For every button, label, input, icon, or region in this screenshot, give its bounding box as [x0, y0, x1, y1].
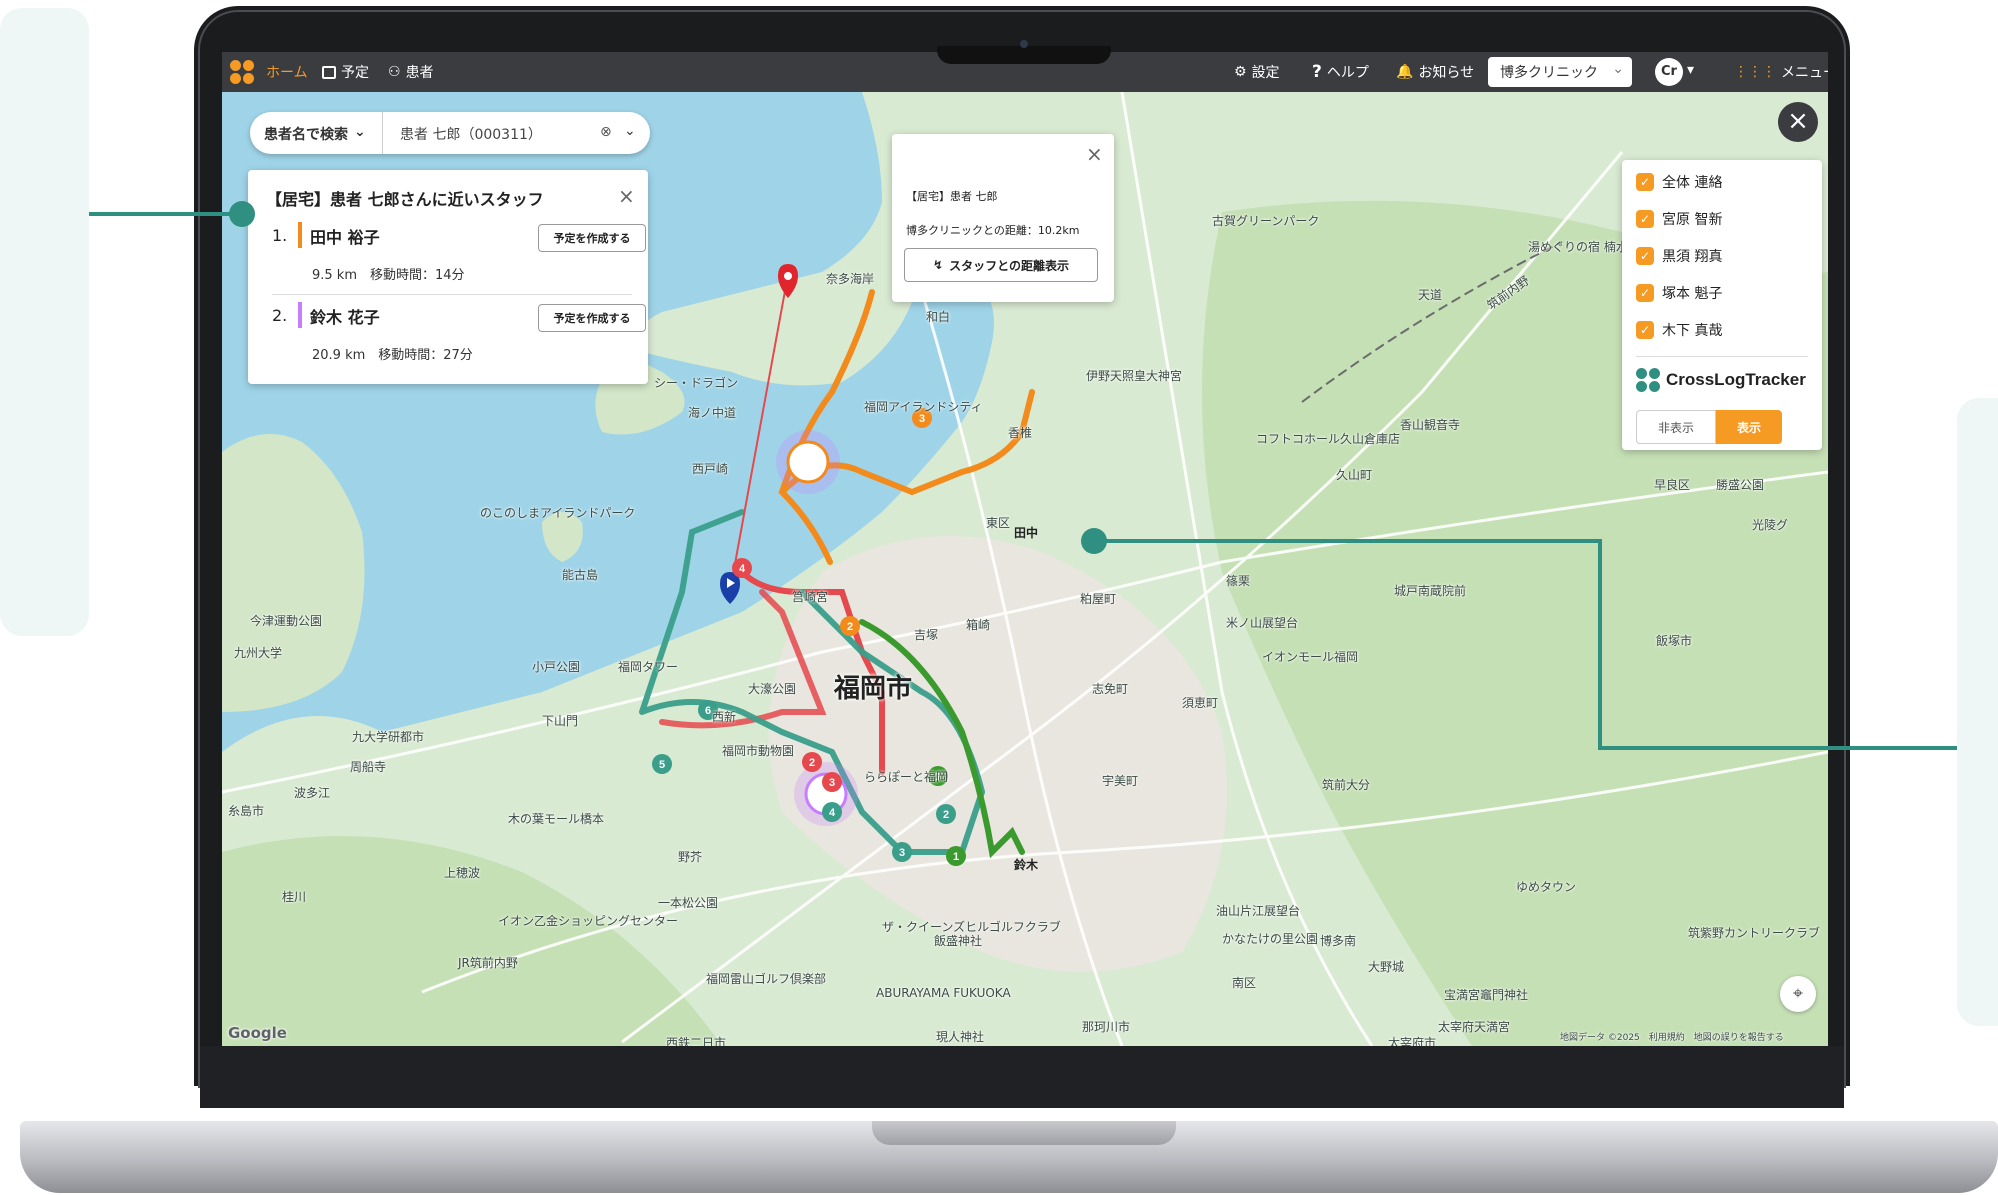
callout-dot-left: [229, 201, 255, 227]
callout-connectors: [89, 201, 1957, 750]
callout-line-right: [1094, 539, 1957, 750]
callout-dot-right: [1081, 528, 1107, 554]
